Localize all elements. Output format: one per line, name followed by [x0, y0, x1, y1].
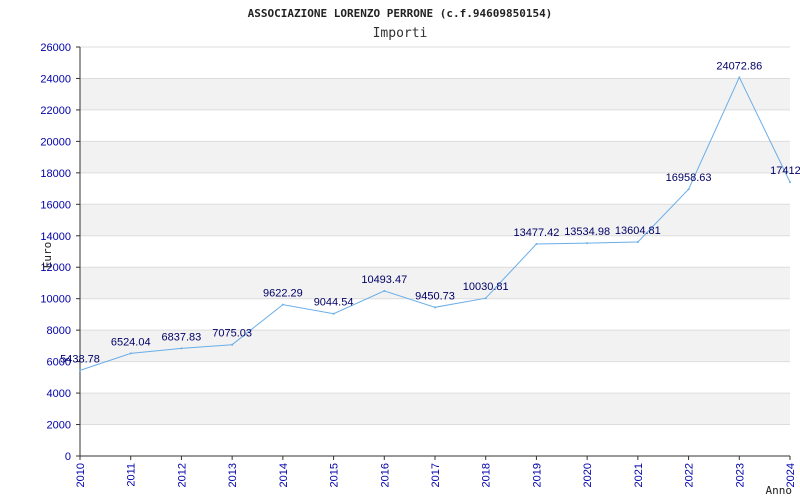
data-point — [332, 312, 335, 315]
data-label: 6524.04 — [111, 336, 151, 348]
data-label: 7075.03 — [212, 328, 252, 340]
data-label: 13477.42 — [513, 227, 559, 239]
chart-title: ASSOCIAZIONE LORENZO PERRONE (c.f.946098… — [248, 7, 553, 20]
x-axis-label: Anno — [766, 484, 793, 497]
data-point — [586, 242, 589, 245]
data-point — [687, 188, 690, 191]
y-tick-label: 24000 — [40, 73, 71, 85]
x-tick-label: 2019 — [531, 463, 543, 487]
data-point — [535, 242, 538, 245]
x-tick-label: 2022 — [684, 463, 696, 487]
data-point — [434, 306, 436, 309]
data-point — [231, 343, 234, 346]
y-tick-label: 26000 — [40, 42, 71, 54]
data-label: 16958.63 — [666, 172, 712, 184]
data-label: 9450.73 — [415, 290, 455, 302]
data-label: 9044.54 — [314, 297, 354, 309]
y-tick-label: 20000 — [40, 136, 71, 148]
background-bands — [80, 78, 790, 425]
data-label: 13604.81 — [615, 225, 661, 237]
y-axis-label: Euro — [41, 242, 54, 269]
x-tick-label: 2017 — [430, 463, 442, 487]
grid-band — [80, 78, 790, 110]
data-label: 17412.0 — [770, 165, 800, 177]
y-tick-label: 0 — [65, 451, 71, 463]
x-tick-label: 2016 — [379, 463, 391, 487]
y-tick-label: 2000 — [47, 420, 71, 432]
data-point — [738, 76, 741, 79]
data-point — [484, 297, 487, 300]
data-label: 5438.78 — [60, 353, 100, 365]
x-tick-label: 2011 — [126, 463, 138, 487]
data-label: 24072.86 — [716, 60, 762, 72]
x-tick-label: 2010 — [75, 463, 87, 487]
data-label: 13534.98 — [564, 226, 610, 238]
x-tick-label: 2015 — [329, 463, 341, 487]
data-label: 10493.47 — [361, 274, 407, 286]
x-tick-label: 2020 — [582, 463, 594, 487]
y-tick-label: 8000 — [47, 325, 71, 337]
data-point — [180, 347, 183, 350]
data-point — [383, 289, 386, 292]
grid-band — [80, 141, 790, 173]
x-tick-label: 2023 — [734, 463, 746, 487]
x-tick-label: 2012 — [176, 463, 188, 487]
grid-band — [80, 393, 790, 425]
data-label: 10030.81 — [463, 281, 509, 293]
x-tick-label: 2018 — [481, 463, 493, 487]
y-tick-label: 22000 — [40, 105, 71, 117]
data-point — [636, 240, 639, 243]
chart-root: 0 2000 4000 6000 8000 10000 12000 14000 16000 180… — [0, 0, 800, 500]
data-label: 9622.29 — [263, 288, 303, 300]
data-point — [281, 303, 284, 306]
grid-band — [80, 204, 790, 236]
y-tick-label: 18000 — [40, 168, 71, 180]
data-label: 6837.83 — [162, 331, 202, 343]
data-point — [79, 369, 81, 372]
line-chart: 0200040006000800010000120001400016000180… — [40, 7, 800, 497]
x-tick-labels: 2010 2011 2012 2013 2014 2015 2016 2017 2018 2019… — [75, 463, 797, 487]
y-tick-label: 4000 — [47, 388, 71, 400]
data-point — [129, 352, 132, 355]
x-tick-label: 2013 — [227, 463, 239, 487]
x-tick-label: 2021 — [633, 463, 645, 487]
y-tick-label: 16000 — [40, 199, 71, 211]
x-tick-label: 2014 — [278, 463, 290, 487]
chart-subtitle: Importi — [373, 26, 428, 41]
data-point — [789, 181, 791, 184]
y-tick-label: 14000 — [40, 231, 71, 243]
y-tick-label: 10000 — [40, 294, 71, 306]
